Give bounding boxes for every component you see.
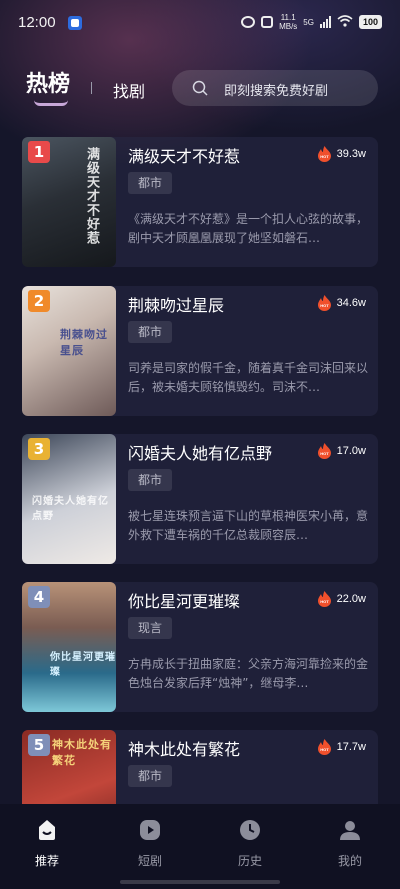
rank-badge: 3 bbox=[28, 438, 50, 460]
status-time: 12:00 bbox=[18, 14, 56, 31]
hot-count: HOT 17.7w bbox=[317, 739, 366, 755]
hot-count: HOT 34.6w bbox=[317, 295, 366, 311]
signal-icon bbox=[319, 16, 331, 28]
drama-card[interactable]: 荆棘吻过星辰 2 荆棘吻过星辰 HOT 34.6w 都市 司养是司家的假千金，随… bbox=[22, 286, 378, 416]
net-speed: 11.1 MB/s bbox=[279, 13, 298, 31]
rank-badge: 2 bbox=[28, 290, 50, 312]
hot-flame-icon: HOT bbox=[317, 295, 331, 311]
wifi-icon bbox=[337, 14, 353, 30]
drama-card[interactable]: 你比星河更璀璨 4 你比星河更璀璨 HOT 22.0w 现言 方冉成长于扭曲家庭… bbox=[22, 582, 378, 712]
genre-tag: 现言 bbox=[128, 617, 173, 639]
mute-icon bbox=[261, 16, 274, 28]
status-indicators: 11.1 MB/s 5G 100 bbox=[241, 13, 382, 31]
hot-flame-icon: HOT bbox=[317, 591, 331, 607]
drama-description: 《满级天才不好惹》是一个扣人心弦的故事，剧中天才顾凰凰展现了她坚如磐石… bbox=[128, 212, 368, 245]
drama-title: 神木此处有繁花 bbox=[128, 740, 241, 759]
bottom-nav: 推荐 短剧 历史 我的 bbox=[0, 804, 400, 889]
app-notification-icon bbox=[68, 16, 82, 30]
user-icon bbox=[340, 821, 360, 840]
drama-title: 满级天才不好惹 bbox=[128, 147, 241, 166]
clock-icon bbox=[240, 820, 260, 840]
hot-count: HOT 17.0w bbox=[317, 443, 366, 459]
rank-badge: 4 bbox=[28, 586, 50, 608]
svg-text:HOT: HOT bbox=[320, 154, 329, 159]
search-icon bbox=[192, 80, 208, 96]
tab-divider bbox=[91, 82, 92, 94]
drama-description: 方冉成长于扭曲家庭：父亲方海河靠捡来的金色烛台发家后拜“烛神”，继母李… bbox=[128, 657, 368, 690]
tab-find-drama[interactable]: 找剧 bbox=[113, 78, 145, 102]
drama-title: 闪婚夫人她有亿点野 bbox=[128, 444, 273, 463]
home-icon bbox=[39, 820, 55, 840]
nav-item-me[interactable]: 我的 bbox=[315, 818, 385, 869]
nav-item-short-drama[interactable]: 短剧 bbox=[115, 818, 185, 869]
hot-flame-icon: HOT bbox=[317, 739, 331, 755]
nav-item-history[interactable]: 历史 bbox=[215, 818, 285, 869]
search-placeholder: 即刻搜索免费好剧 bbox=[224, 84, 329, 99]
svg-text:HOT: HOT bbox=[320, 303, 329, 308]
hot-flame-icon: HOT bbox=[317, 146, 331, 162]
drama-title: 你比星河更璀璨 bbox=[128, 592, 241, 611]
drama-title: 荆棘吻过星辰 bbox=[128, 296, 225, 315]
nav-label: 短剧 bbox=[137, 854, 162, 868]
svg-text:HOT: HOT bbox=[320, 451, 329, 456]
tab-hot-list[interactable]: 热榜 bbox=[26, 66, 70, 98]
genre-tag: 都市 bbox=[128, 469, 173, 491]
signal-type: 5G bbox=[303, 17, 314, 27]
search-bar[interactable]: 即刻搜索免费好剧 bbox=[172, 70, 378, 106]
genre-tag: 都市 bbox=[128, 765, 173, 787]
alarm-icon bbox=[241, 16, 256, 28]
drama-card[interactable]: 满级天才不好惹 1 满级天才不好惹 HOT 39.3w 都市 《满级天才不好惹》… bbox=[22, 137, 378, 267]
hot-count: HOT 39.3w bbox=[317, 146, 366, 162]
svg-text:HOT: HOT bbox=[320, 747, 329, 752]
drama-description: 被七星连珠预言逼下山的草根神医宋小苒，意外救下遭车祸的千亿总裁顾容辰… bbox=[128, 509, 368, 542]
nav-label: 历史 bbox=[237, 854, 262, 868]
nav-item-recommend[interactable]: 推荐 bbox=[12, 818, 82, 869]
drama-card[interactable]: 闪婚夫人她有亿点野 3 闪婚夫人她有亿点野 HOT 17.0w 都市 被七星连珠… bbox=[22, 434, 378, 564]
active-tab-indicator bbox=[34, 100, 68, 106]
genre-tag: 都市 bbox=[128, 321, 173, 343]
play-icon bbox=[140, 820, 160, 840]
hot-count: HOT 22.0w bbox=[317, 591, 366, 607]
status-bar: 12:00 11.1 MB/s 5G 100 bbox=[0, 0, 400, 44]
rank-badge: 1 bbox=[28, 141, 50, 163]
hot-flame-icon: HOT bbox=[317, 443, 331, 459]
home-indicator[interactable] bbox=[120, 880, 280, 884]
drama-description: 司养是司家的假千金，随着真千金司沫回来以后，被未婚夫顾铭慎毁约。司沫不… bbox=[128, 361, 368, 394]
battery-indicator: 100 bbox=[358, 15, 382, 29]
genre-tag: 都市 bbox=[128, 172, 173, 194]
nav-label: 我的 bbox=[337, 854, 362, 868]
svg-text:HOT: HOT bbox=[320, 599, 329, 604]
rank-badge: 5 bbox=[28, 734, 50, 756]
nav-label: 推荐 bbox=[34, 854, 59, 868]
